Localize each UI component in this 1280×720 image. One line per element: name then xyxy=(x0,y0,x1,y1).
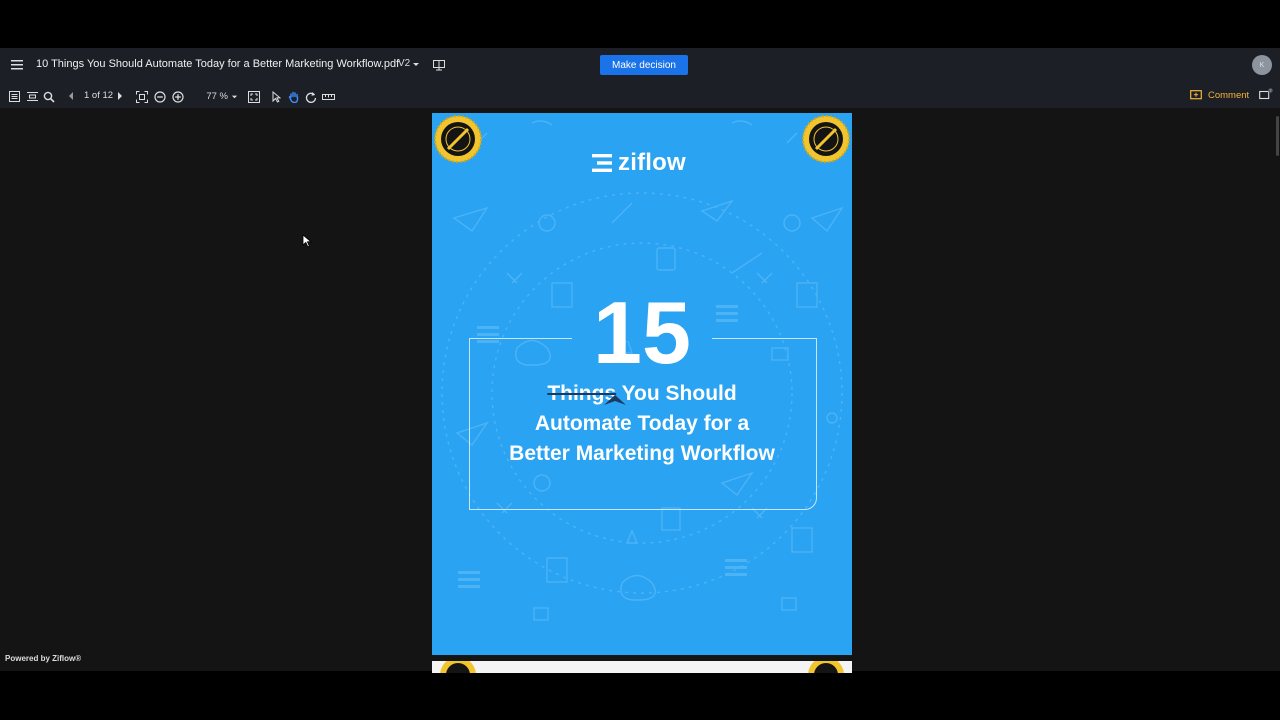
avatar[interactable]: K xyxy=(1252,55,1272,75)
ziflow-logo-icon xyxy=(592,154,612,172)
thumbnails-icon[interactable] xyxy=(8,90,20,102)
search-icon[interactable] xyxy=(42,90,55,103)
measure-icon[interactable] xyxy=(321,91,335,102)
comment-button[interactable]: Comment xyxy=(1190,87,1249,103)
title-line-3: Better Marketing Workflow xyxy=(509,442,775,465)
cover-title: Things You Should Automate Today for a B… xyxy=(472,379,812,469)
comment-label: Comment xyxy=(1208,89,1250,101)
compare-versions-icon[interactable] xyxy=(432,58,446,72)
badge-seal-icon xyxy=(802,115,850,163)
file-title: 10 Things You Should Automate Today for … xyxy=(36,58,400,70)
badge-seal-icon xyxy=(434,115,482,163)
scrollbar-thumb[interactable] xyxy=(1276,116,1279,156)
outline-icon[interactable] xyxy=(26,90,38,102)
comment-icon xyxy=(1190,89,1202,99)
logo-text: ziflow xyxy=(618,149,686,176)
powered-by: Powered by Ziflow® xyxy=(5,654,82,663)
version-label: V2 xyxy=(398,58,411,69)
select-tool-icon[interactable] xyxy=(271,90,282,103)
mouse-cursor-icon xyxy=(302,234,312,248)
page-indicator[interactable]: 1 of 12 xyxy=(84,90,113,101)
make-decision-button[interactable]: Make decision xyxy=(600,55,688,75)
rotate-icon[interactable] xyxy=(304,90,317,103)
viewer-toolbar xyxy=(0,82,1280,109)
title-line-1-rest: You Should xyxy=(616,382,737,405)
caret-mark-icon xyxy=(604,395,626,405)
comments-panel-icon[interactable]: 7 xyxy=(1258,87,1274,101)
document-page-1[interactable]: ziflow 15 Things You Should Automate Tod… xyxy=(432,113,852,655)
fit-icon[interactable] xyxy=(135,90,148,103)
zoom-value: 77 % xyxy=(206,90,228,102)
chevron-down-icon xyxy=(413,62,420,66)
page-2-preview xyxy=(440,661,844,673)
pan-tool-icon[interactable] xyxy=(287,90,300,103)
prev-page-icon[interactable] xyxy=(67,91,75,101)
version-dropdown[interactable]: V2 xyxy=(398,58,420,69)
hamburger-icon[interactable] xyxy=(10,58,24,72)
chevron-down-icon xyxy=(231,95,238,98)
fullscreen-icon[interactable] xyxy=(247,90,260,103)
title-line-2: Automate Today for a xyxy=(534,412,750,435)
cover-number: 15 xyxy=(593,283,691,382)
ziflow-logo: ziflow xyxy=(592,149,686,177)
next-page-icon[interactable] xyxy=(116,91,124,101)
zoom-select[interactable]: 77 % xyxy=(196,88,238,104)
document-page-2[interactable] xyxy=(432,661,852,673)
vertical-scrollbar[interactable] xyxy=(1274,108,1280,671)
zoom-in-icon[interactable] xyxy=(171,90,184,103)
zoom-out-icon[interactable] xyxy=(153,90,166,103)
